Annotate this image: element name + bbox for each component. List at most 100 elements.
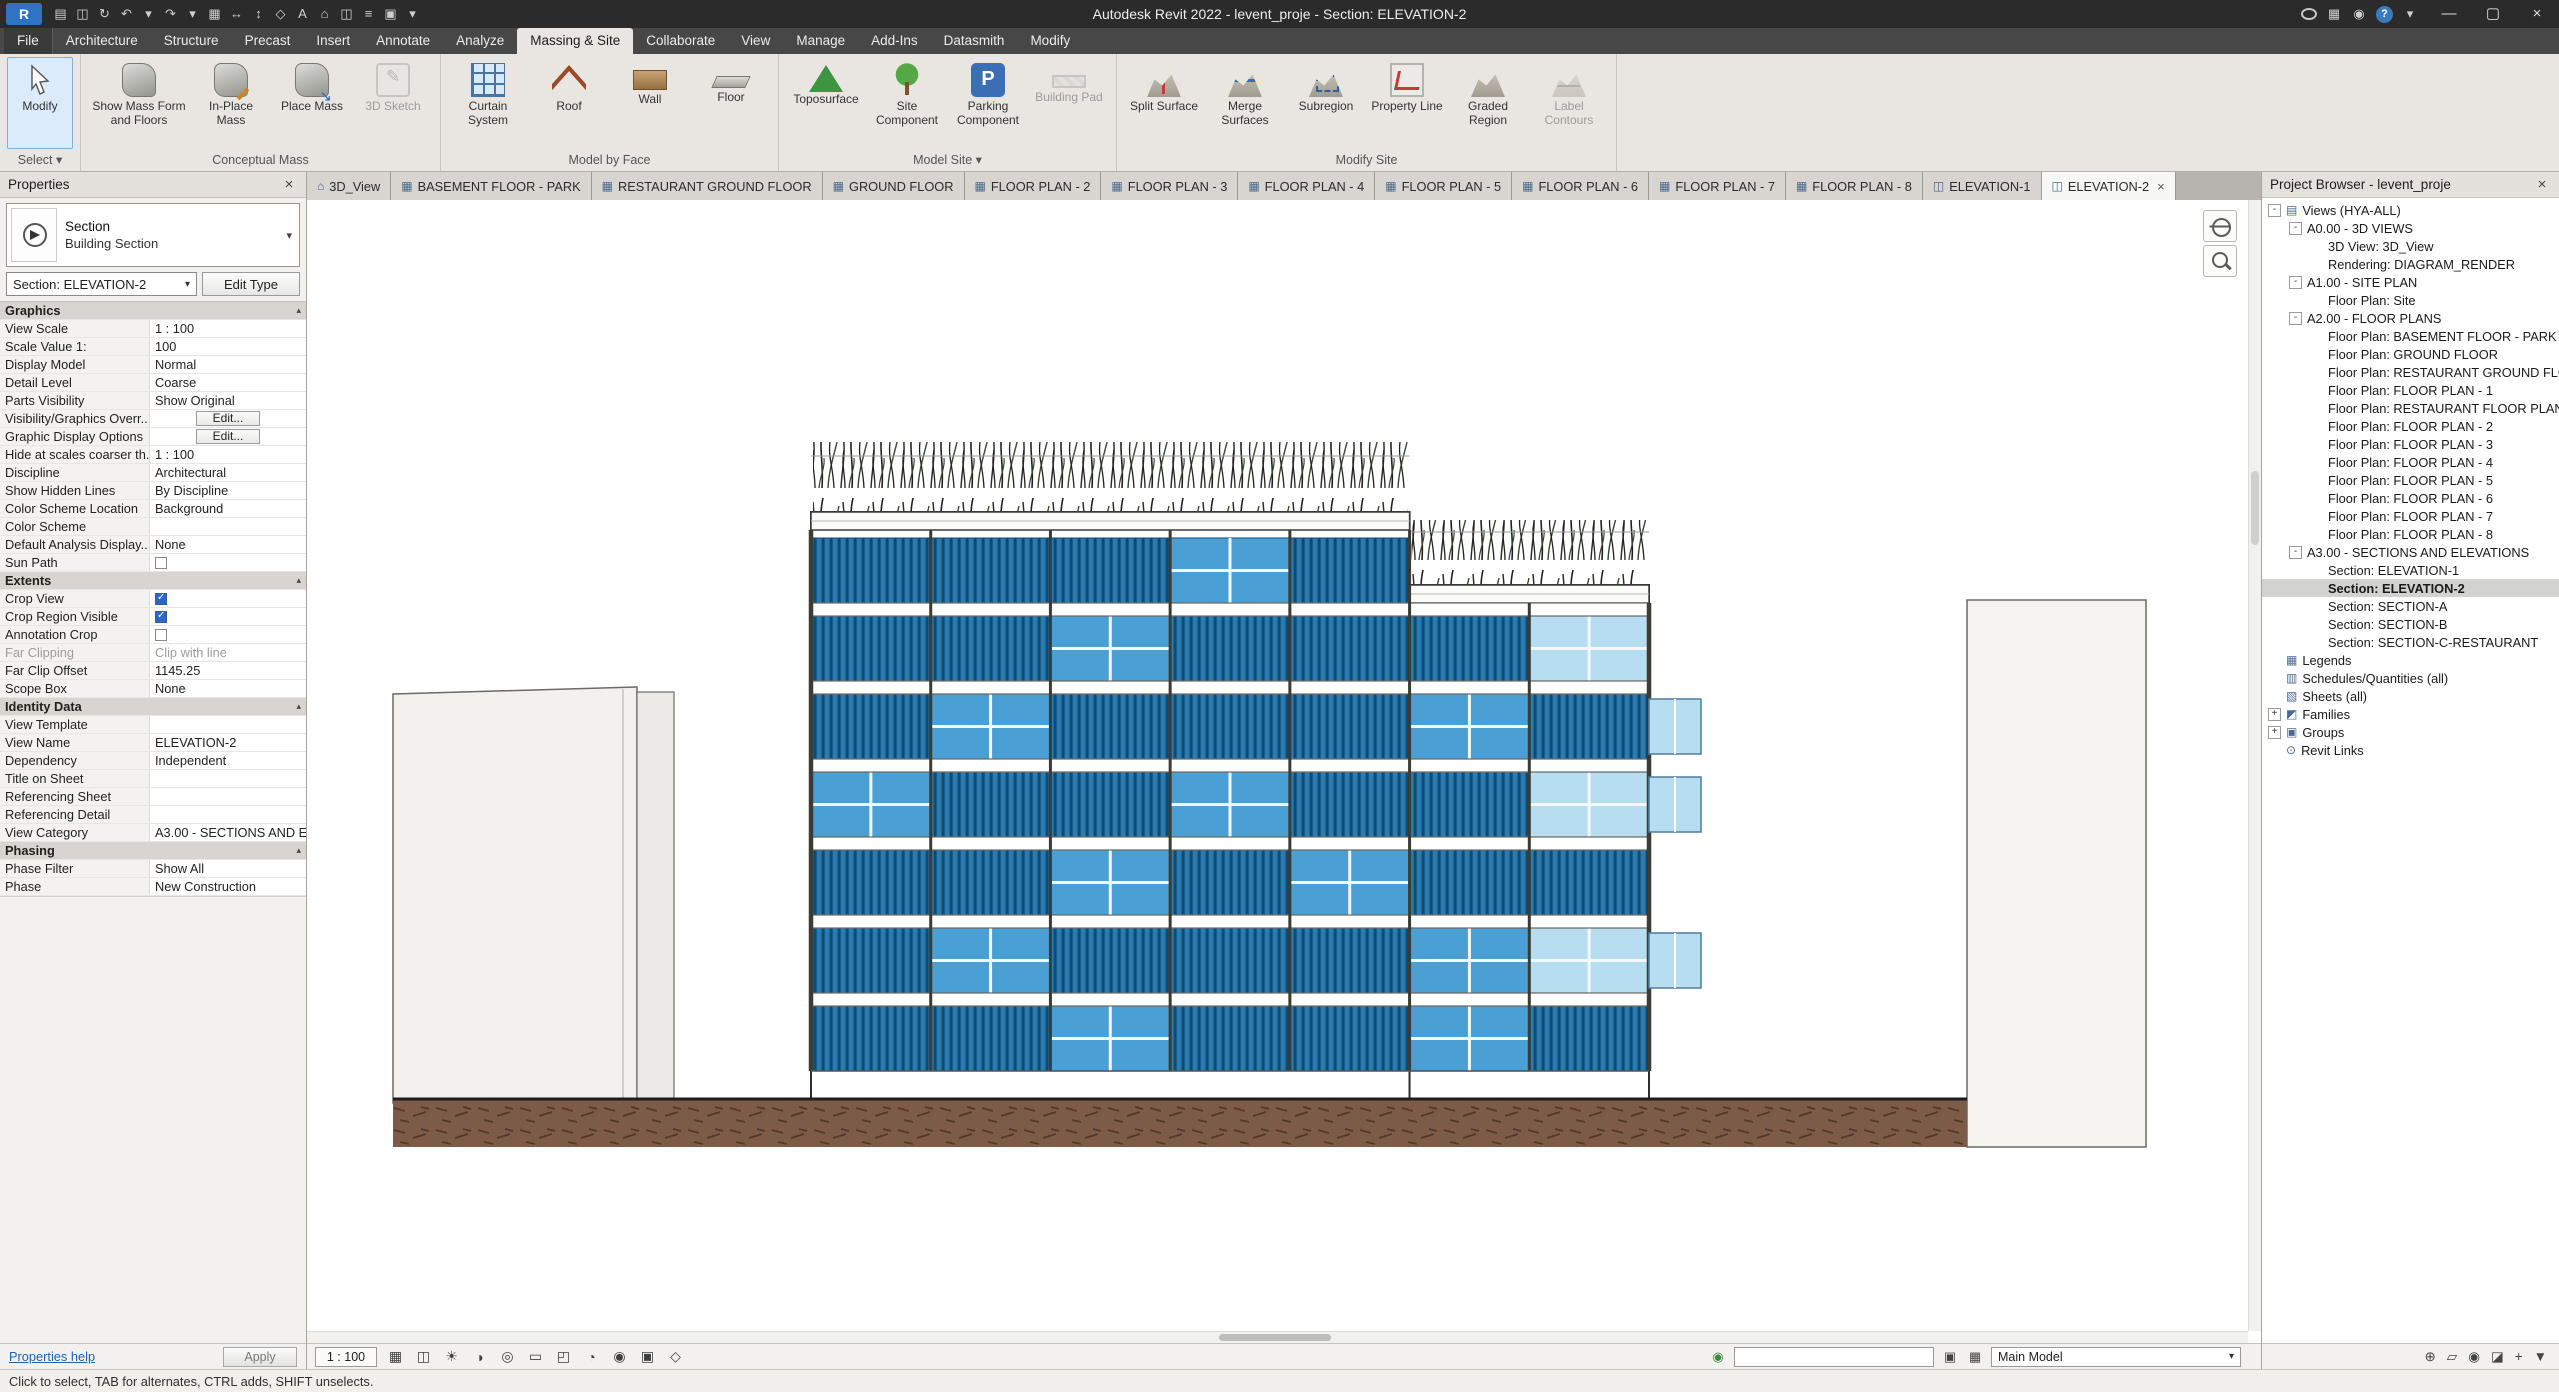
redo-icon[interactable]: ↷ <box>160 3 181 25</box>
ribbon-tab[interactable]: Insert <box>303 28 363 54</box>
property-row[interactable]: View Name ELEVATION-2 ▴ <box>0 734 306 752</box>
property-value[interactable]: Edit... <box>195 429 261 444</box>
worksets-field[interactable] <box>1734 1346 1934 1367</box>
tree-item[interactable]: - ▤ Views (HYA-ALL) <box>2262 201 2559 219</box>
project-browser-close-icon[interactable]: × <box>2533 176 2551 193</box>
view-tab[interactable]: ◫ ELEVATION-1 <box>1922 172 2042 200</box>
tree-item[interactable]: Floor Plan: FLOOR PLAN - 4 <box>2262 453 2559 471</box>
visual-style-icon[interactable]: ◫ <box>414 1348 433 1365</box>
property-row[interactable]: Title on Sheet ▴ <box>0 770 306 788</box>
tree-item[interactable]: - A3.00 - SECTIONS AND ELEVATIONS <box>2262 543 2559 561</box>
property-value[interactable]: Background <box>155 501 223 516</box>
tree-item[interactable]: + ▣ Groups <box>2262 723 2559 741</box>
property-row[interactable]: Visibility/Graphics Overr... Edit... ▴ <box>0 410 306 428</box>
tree-expander-icon[interactable]: + <box>2268 707 2281 721</box>
property-row[interactable]: Crop Region Visible ▴ <box>0 608 306 626</box>
sync-with-central-icon[interactable]: ↻ <box>94 3 115 25</box>
ribbon-tab[interactable]: Structure <box>151 28 232 54</box>
ribbon-tab[interactable]: File <box>4 28 53 54</box>
sun-path-icon[interactable]: ☀ <box>442 1348 461 1365</box>
select-underlay-elements-icon[interactable]: ▱ <box>2447 1349 2457 1365</box>
graded-region-button[interactable]: Graded Region <box>1448 57 1528 149</box>
property-row[interactable]: View Category A3.00 - SECTIONS AND E... … <box>0 824 306 842</box>
properties-help-link[interactable]: Properties help <box>9 1349 95 1364</box>
tree-item[interactable]: Floor Plan: FLOOR PLAN - 8 <box>2262 525 2559 543</box>
property-row[interactable]: Color Scheme <none> ▴ <box>0 518 306 536</box>
property-checkbox[interactable] <box>155 592 167 605</box>
switch-windows-icon[interactable]: ▣ <box>380 3 401 25</box>
save-icon[interactable]: ◫ <box>72 3 93 25</box>
ribbon-tab[interactable]: Architecture <box>53 28 151 54</box>
property-row[interactable]: Annotation Crop ▴ <box>0 626 306 644</box>
floor-button[interactable]: Floor <box>691 57 771 149</box>
apply-button[interactable]: Apply <box>223 1346 297 1367</box>
type-selector[interactable]: Section Building Section ▾ <box>6 203 300 267</box>
filter-icon[interactable]: ▼ <box>2534 1349 2547 1364</box>
tree-item[interactable]: Floor Plan: FLOOR PLAN - 6 <box>2262 489 2559 507</box>
aligned-dimension-icon[interactable]: ↕ <box>248 3 269 25</box>
property-row[interactable]: Phase Filter Show All ▴ <box>0 860 306 878</box>
select-pinned-elements-icon[interactable]: ◉ <box>2468 1349 2480 1365</box>
ribbon-tab[interactable]: Modify <box>1017 28 1083 54</box>
property-row[interactable]: Graphics ▴ <box>0 302 306 320</box>
text-icon[interactable]: A <box>292 3 313 25</box>
tree-item[interactable]: Section: SECTION-B <box>2262 615 2559 633</box>
maximize-button[interactable]: ▢ <box>2471 0 2515 28</box>
tree-item[interactable]: Floor Plan: GROUND FLOOR <box>2262 345 2559 363</box>
thin-lines-icon[interactable]: ≡ <box>358 3 379 25</box>
design-options-icon[interactable]: ▣ <box>1941 1349 1959 1365</box>
scale-button[interactable]: 1 : 100 <box>315 1346 377 1367</box>
property-row[interactable]: Show Hidden Lines By Discipline ▴ <box>0 482 306 500</box>
property-checkbox[interactable] <box>155 556 167 569</box>
group-collapse-icon[interactable]: ▴ <box>296 305 301 316</box>
3d-sketch-button[interactable]: 3D Sketch <box>353 57 433 149</box>
roof-button[interactable]: Roof <box>529 57 609 149</box>
tree-item[interactable]: Floor Plan: FLOOR PLAN - 7 <box>2262 507 2559 525</box>
property-checkbox[interactable] <box>155 610 167 623</box>
steering-wheel-icon[interactable] <box>2203 210 2237 242</box>
label-contours-button[interactable]: Label Contours <box>1529 57 1609 149</box>
view-tab[interactable]: ▦ FLOOR PLAN - 6 <box>1512 172 1650 200</box>
select-elements-by-face-icon[interactable]: ◪ <box>2491 1349 2504 1365</box>
tree-item[interactable]: Floor Plan: RESTAURANT GROUND FLOOR <box>2262 363 2559 381</box>
temporary-view-properties-icon[interactable]: ▣ <box>638 1348 657 1365</box>
property-row[interactable]: Extents ▴ <box>0 572 306 590</box>
property-row[interactable]: Phasing ▴ <box>0 842 306 860</box>
property-value[interactable]: ELEVATION-2 <box>155 735 236 750</box>
customize-qat-icon[interactable]: ▾ <box>402 3 423 25</box>
tree-item[interactable]: - A0.00 - 3D VIEWS <box>2262 219 2559 237</box>
in-place-mass-button[interactable]: In-Place Mass <box>191 57 271 149</box>
show-crop-region-icon[interactable]: ◰ <box>554 1348 573 1365</box>
property-row[interactable]: Sun Path ▴ <box>0 554 306 572</box>
tree-expander-icon[interactable]: - <box>2289 221 2302 235</box>
tree-expander-icon[interactable]: - <box>2289 275 2302 289</box>
parking-component-button[interactable]: Parking Component <box>948 57 1028 149</box>
property-row[interactable]: View Scale 1 : 100 ▴ <box>0 320 306 338</box>
ribbon-tab[interactable]: Manage <box>783 28 858 54</box>
ribbon-tab[interactable]: View <box>728 28 783 54</box>
help-icon[interactable]: ? <box>2376 5 2393 23</box>
property-row[interactable]: Scale Value 1: 100 ▴ <box>0 338 306 356</box>
property-row[interactable]: Graphic Display Options Edit... ▴ <box>0 428 306 446</box>
detail-level-icon[interactable]: ▦ <box>386 1348 405 1365</box>
shadows-icon[interactable]: ◑ <box>470 1349 489 1365</box>
tree-expander-icon[interactable]: - <box>2289 311 2302 325</box>
panel-label-conceptual-mass[interactable]: Conceptual Mass <box>84 150 437 171</box>
panel-label-select[interactable]: Select ▾ <box>3 150 77 171</box>
property-value[interactable]: 100 <box>155 339 176 354</box>
open-icon[interactable]: ▤ <box>50 3 71 25</box>
property-value[interactable]: Independent <box>155 753 226 768</box>
undo-icon[interactable]: ↶ <box>116 3 137 25</box>
property-row[interactable]: Far Clipping Clip with line ▴ <box>0 644 306 662</box>
help-menu-icon[interactable]: ▾ <box>2402 6 2418 22</box>
ribbon-tab[interactable]: Annotate <box>363 28 443 54</box>
group-collapse-icon[interactable]: ▴ <box>296 845 301 856</box>
property-row[interactable]: Detail Level Coarse ▴ <box>0 374 306 392</box>
property-value[interactable]: 1 : 100 <box>155 321 194 336</box>
property-value[interactable]: Normal <box>155 357 196 372</box>
view-tab[interactable]: ▦ FLOOR PLAN - 5 <box>1375 172 1513 200</box>
property-row[interactable]: Display Model Normal ▴ <box>0 356 306 374</box>
tree-item[interactable]: Section: SECTION-A <box>2262 597 2559 615</box>
view-tab[interactable]: ⌂ 3D_View <box>307 172 392 200</box>
editable-only-icon[interactable]: ▦ <box>1966 1349 1984 1365</box>
